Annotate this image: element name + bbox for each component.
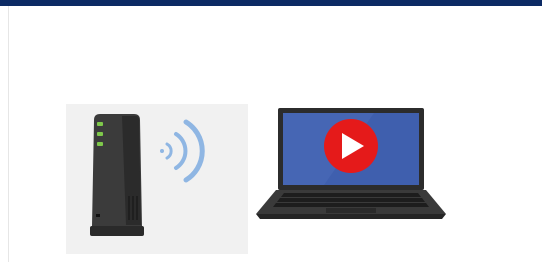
page-border: [8, 6, 9, 262]
router-led: [97, 132, 103, 136]
router-led: [97, 122, 103, 126]
wifi-signal-icon: [160, 119, 205, 183]
laptop-icon: [256, 108, 446, 219]
router-illustration: [66, 104, 248, 254]
video-play-icon: [324, 119, 378, 173]
router-led: [97, 142, 103, 146]
wifi-router-icon: [90, 114, 205, 236]
header-bar: [0, 0, 542, 6]
laptop-illustration: [254, 106, 450, 224]
